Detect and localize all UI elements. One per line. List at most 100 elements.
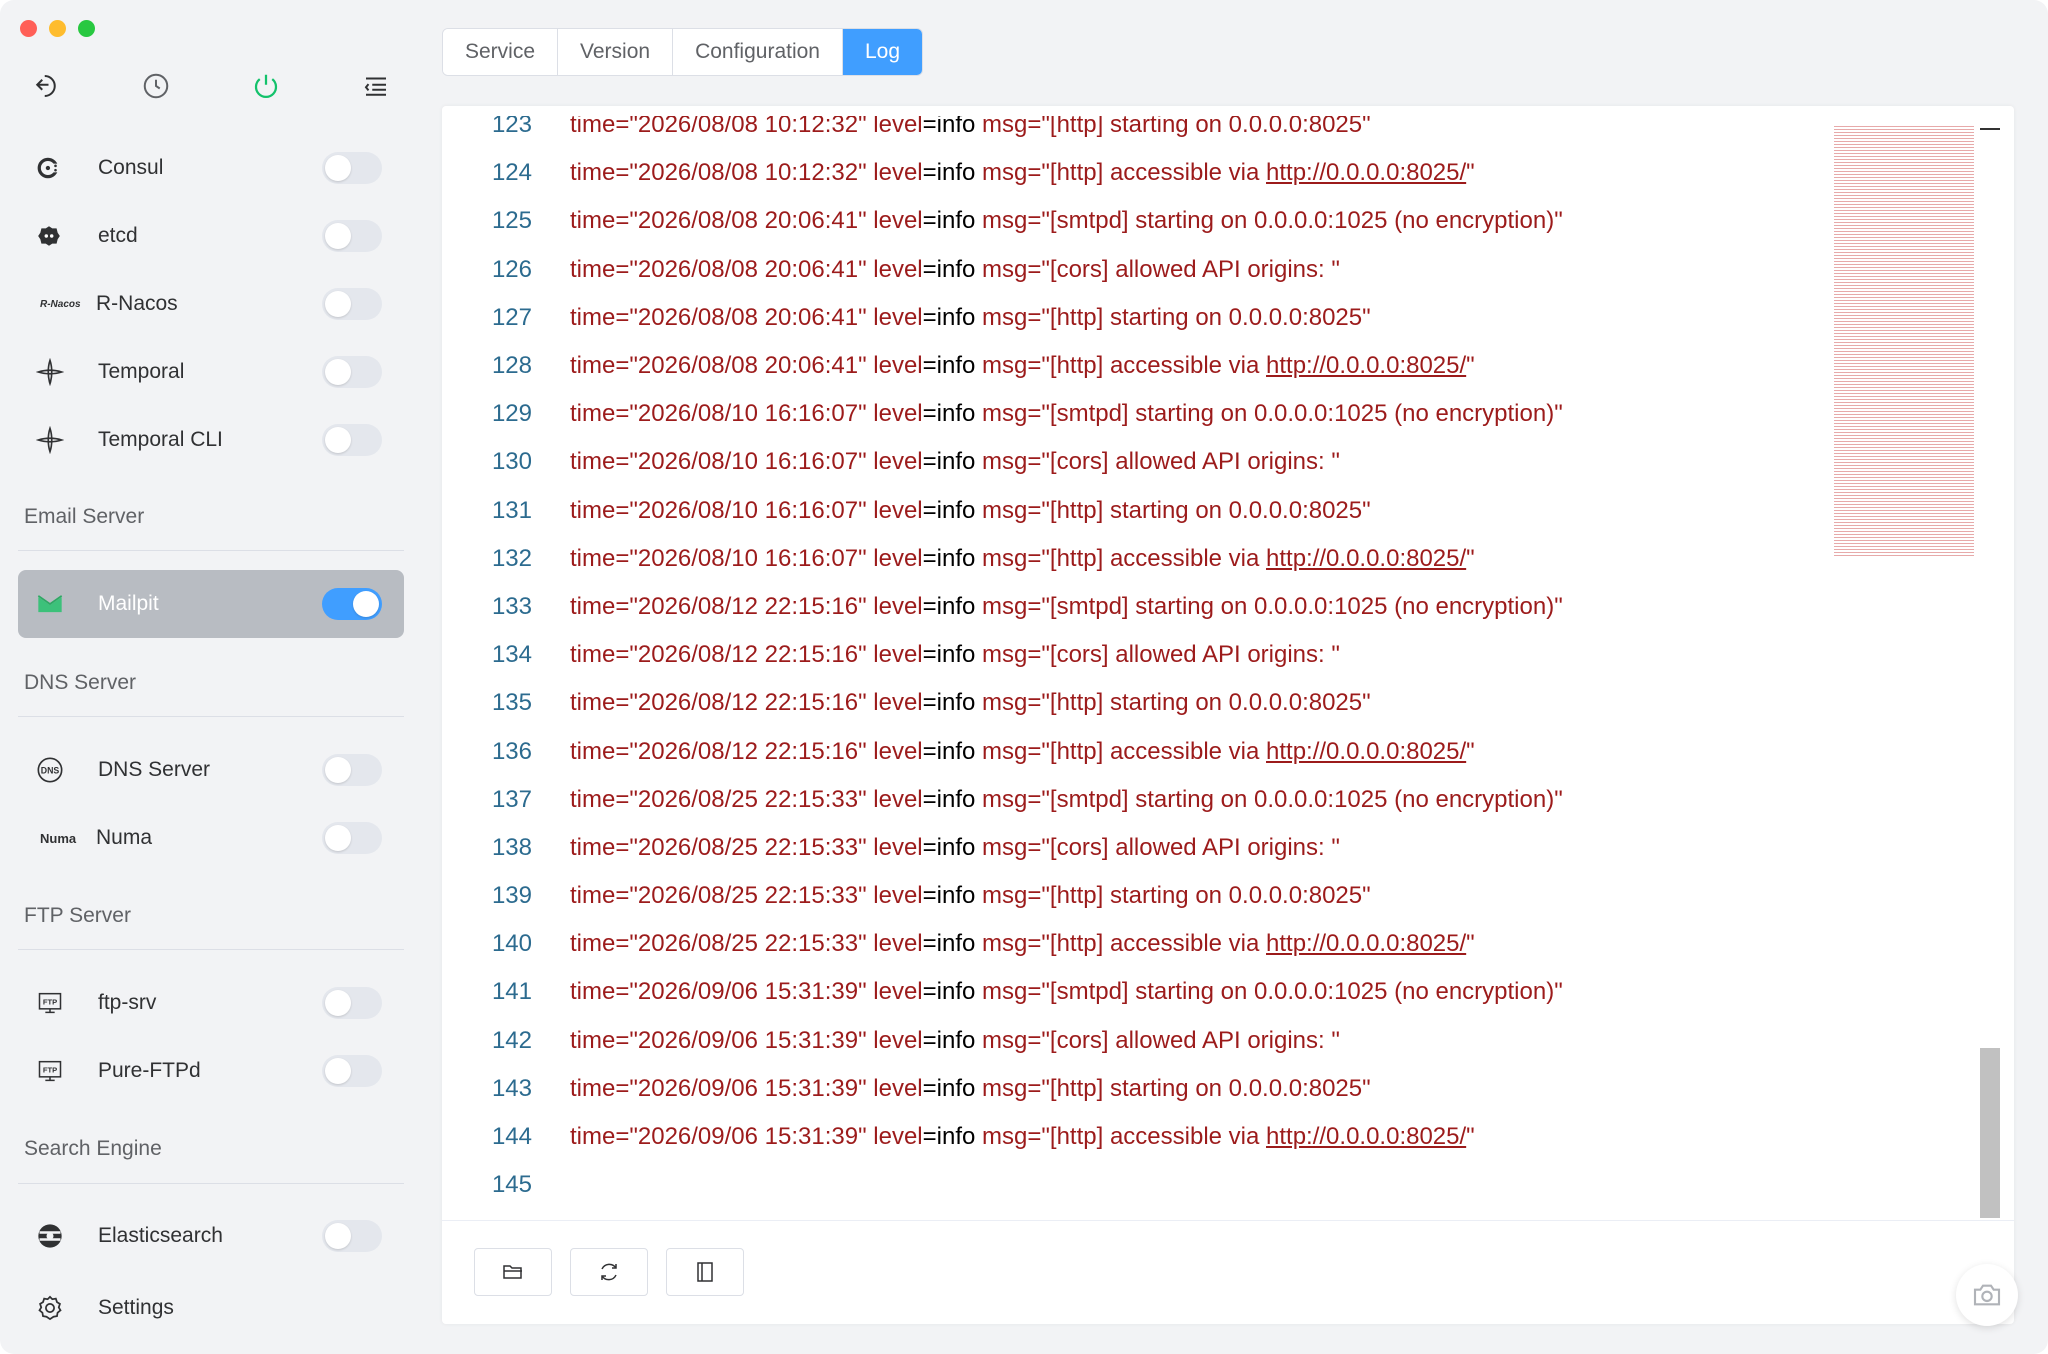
log-time: 2026/08/12 22:15:16 bbox=[637, 592, 859, 620]
elasticsearch-toggle[interactable] bbox=[322, 1220, 382, 1252]
wrap-toggle-button[interactable] bbox=[666, 1248, 744, 1296]
log-line: 131 time="2026/08/10 16:16:07" level=info… bbox=[442, 487, 1822, 535]
collapse-menu-icon bbox=[364, 77, 386, 96]
ftp-srv-toggle[interactable] bbox=[322, 987, 382, 1019]
log-text: time="2026/08/25 22:15:33" level=info ms… bbox=[570, 930, 1475, 958]
log-link[interactable]: http://0.0.0.0:8025/ bbox=[1266, 352, 1466, 379]
svg-text:FTP: FTP bbox=[43, 998, 57, 1007]
sidebar-item-consul[interactable]: Consul bbox=[18, 134, 404, 202]
exit-button[interactable] bbox=[26, 66, 66, 106]
screenshot-button[interactable] bbox=[1956, 1264, 2018, 1326]
temporal-cli-toggle[interactable] bbox=[322, 424, 382, 456]
log-message: [http] accessible via bbox=[1049, 159, 1267, 187]
log-time: 2026/08/10 16:16:07 bbox=[637, 496, 859, 524]
log-line: 128 time="2026/08/08 20:06:41" level=info… bbox=[442, 342, 1822, 390]
open-folder-button[interactable] bbox=[474, 1248, 552, 1296]
log-time: 2026/08/10 16:16:07 bbox=[637, 400, 859, 428]
log-link[interactable]: http://0.0.0.0:8025/ bbox=[1266, 1123, 1466, 1150]
sidebar-item-elasticsearch[interactable]: Elasticsearch bbox=[18, 1202, 404, 1270]
sidebar-item-settings[interactable]: Settings bbox=[18, 1274, 404, 1342]
log-line: 133 time="2026/08/12 22:15:16" level=info… bbox=[442, 583, 1822, 631]
log-link[interactable]: http://0.0.0.0:8025/ bbox=[1266, 738, 1466, 765]
sidebar-item-label: Elasticsearch bbox=[98, 1224, 223, 1247]
log-text: time="2026/08/10 16:16:07" level=info ms… bbox=[570, 544, 1475, 572]
line-number: 124 bbox=[491, 159, 532, 187]
collapse-menu-button[interactable] bbox=[356, 66, 396, 106]
line-number: 142 bbox=[491, 1026, 532, 1054]
log-time: 2026/08/25 22:15:33 bbox=[637, 930, 859, 958]
sidebar-item-ftp-srv[interactable]: FTP ftp-srv bbox=[18, 969, 404, 1037]
sidebar-item-numa[interactable]: Numa Numa bbox=[18, 804, 404, 872]
etcd-toggle[interactable] bbox=[322, 220, 382, 252]
line-number: 136 bbox=[491, 737, 532, 765]
consul-icon bbox=[36, 148, 86, 188]
log-time: 2026/08/12 22:15:16 bbox=[637, 737, 859, 765]
sidebar-item-etcd[interactable]: etcd bbox=[18, 202, 404, 270]
tab-version[interactable]: Version bbox=[558, 29, 674, 75]
log-editor[interactable]: 123 time="2026/08/08 10:12:32" level=info… bbox=[442, 116, 2014, 1220]
tab-service[interactable]: Service bbox=[443, 29, 559, 75]
log-message: [http] accessible via bbox=[1049, 737, 1267, 765]
consul-toggle[interactable] bbox=[322, 152, 382, 184]
sidebar-item-pure-ftpd[interactable]: FTP Pure-FTPd bbox=[18, 1037, 404, 1105]
sidebar-item-temporal[interactable]: Temporal bbox=[18, 338, 404, 406]
log-message: [smtpd] starting on 0.0.0.0:1025 (no enc… bbox=[1049, 978, 1555, 1006]
sidebar-item-label: Consul bbox=[98, 156, 164, 179]
dns-server-toggle[interactable] bbox=[322, 754, 382, 786]
log-message: [http] starting on 0.0.0.0:8025 bbox=[1049, 882, 1363, 910]
sidebar: Consul etcd R-Nacos R-Nacos Temporal Tem… bbox=[0, 0, 420, 1354]
log-message: [cors] allowed API origins: bbox=[1049, 1026, 1332, 1054]
power-button[interactable] bbox=[246, 66, 286, 106]
temporal-toggle[interactable] bbox=[322, 356, 382, 388]
refresh-button[interactable] bbox=[570, 1248, 648, 1296]
refresh-icon bbox=[601, 1263, 617, 1281]
r-nacos-toggle[interactable] bbox=[322, 288, 382, 320]
line-number: 128 bbox=[491, 352, 532, 380]
sidebar-item-temporal-cli[interactable]: Temporal CLI bbox=[18, 406, 404, 474]
log-message: [cors] allowed API origins: bbox=[1049, 833, 1332, 861]
log-line: 143 time="2026/09/06 15:31:39" level=info… bbox=[442, 1065, 1822, 1113]
sidebar-item-mailpit[interactable]: Mailpit bbox=[18, 570, 404, 638]
app-window: Consul etcd R-Nacos R-Nacos Temporal Tem… bbox=[0, 0, 2048, 1354]
tab-log[interactable]: Log bbox=[843, 29, 923, 75]
temporal-icon bbox=[36, 352, 86, 392]
sidebar-toolbar bbox=[26, 66, 396, 106]
log-line: 139 time="2026/08/25 22:15:33" level=info… bbox=[442, 872, 1822, 920]
log-line: 129 time="2026/08/10 16:16:07" level=info… bbox=[442, 390, 1822, 438]
log-link[interactable]: http://0.0.0.0:8025/ bbox=[1266, 930, 1466, 957]
history-button[interactable] bbox=[136, 66, 176, 106]
line-number: 127 bbox=[491, 303, 532, 331]
mailpit-toggle[interactable] bbox=[322, 588, 382, 620]
log-line: 144 time="2026/09/06 15:31:39" level=info… bbox=[442, 1113, 1822, 1161]
section-divider bbox=[18, 550, 404, 551]
log-text: time="2026/08/08 10:12:32" level=info ms… bbox=[570, 159, 1475, 187]
section-title-email-server: Email Server bbox=[24, 505, 145, 528]
log-line: 132 time="2026/08/10 16:16:07" level=info… bbox=[442, 535, 1822, 583]
log-line: 136 time="2026/08/12 22:15:16" level=info… bbox=[442, 727, 1822, 775]
tab-configuration[interactable]: Configuration bbox=[673, 29, 843, 75]
open-folder-icon bbox=[503, 1265, 522, 1279]
log-text: time="2026/08/25 22:15:33" level=info ms… bbox=[570, 833, 1340, 861]
sidebar-item-r-nacos[interactable]: R-Nacos R-Nacos bbox=[18, 270, 404, 338]
section-title-dns-server: DNS Server bbox=[24, 671, 137, 694]
log-message: [http] starting on 0.0.0.0:8025 bbox=[1049, 1074, 1363, 1102]
log-message: [http] accessible via bbox=[1049, 1123, 1267, 1151]
log-line: 127 time="2026/08/08 20:06:41" level=info… bbox=[442, 294, 1822, 342]
log-time: 2026/09/06 15:31:39 bbox=[637, 1074, 859, 1102]
log-message: [http] starting on 0.0.0.0:8025 bbox=[1049, 116, 1363, 139]
log-minimap[interactable] bbox=[1834, 126, 1974, 558]
sidebar-item-dns-server[interactable]: DNS DNS Server bbox=[18, 736, 404, 804]
numa-icon: Numa bbox=[40, 830, 77, 846]
line-number: 138 bbox=[491, 833, 532, 861]
log-link[interactable]: http://0.0.0.0:8025/ bbox=[1266, 545, 1466, 572]
line-number: 140 bbox=[491, 930, 532, 958]
log-line: 142 time="2026/09/06 15:31:39" level=info… bbox=[442, 1017, 1822, 1065]
settings-label: Settings bbox=[98, 1296, 174, 1319]
log-link[interactable]: http://0.0.0.0:8025/ bbox=[1266, 159, 1466, 186]
log-text: time="2026/08/10 16:16:07" level=info ms… bbox=[570, 448, 1340, 476]
line-number: 133 bbox=[491, 592, 532, 620]
numa-toggle[interactable] bbox=[322, 822, 382, 854]
pure-ftpd-toggle[interactable] bbox=[322, 1055, 382, 1087]
log-time: 2026/08/12 22:15:16 bbox=[637, 641, 859, 669]
log-scrollbar[interactable] bbox=[1980, 1048, 2000, 1218]
